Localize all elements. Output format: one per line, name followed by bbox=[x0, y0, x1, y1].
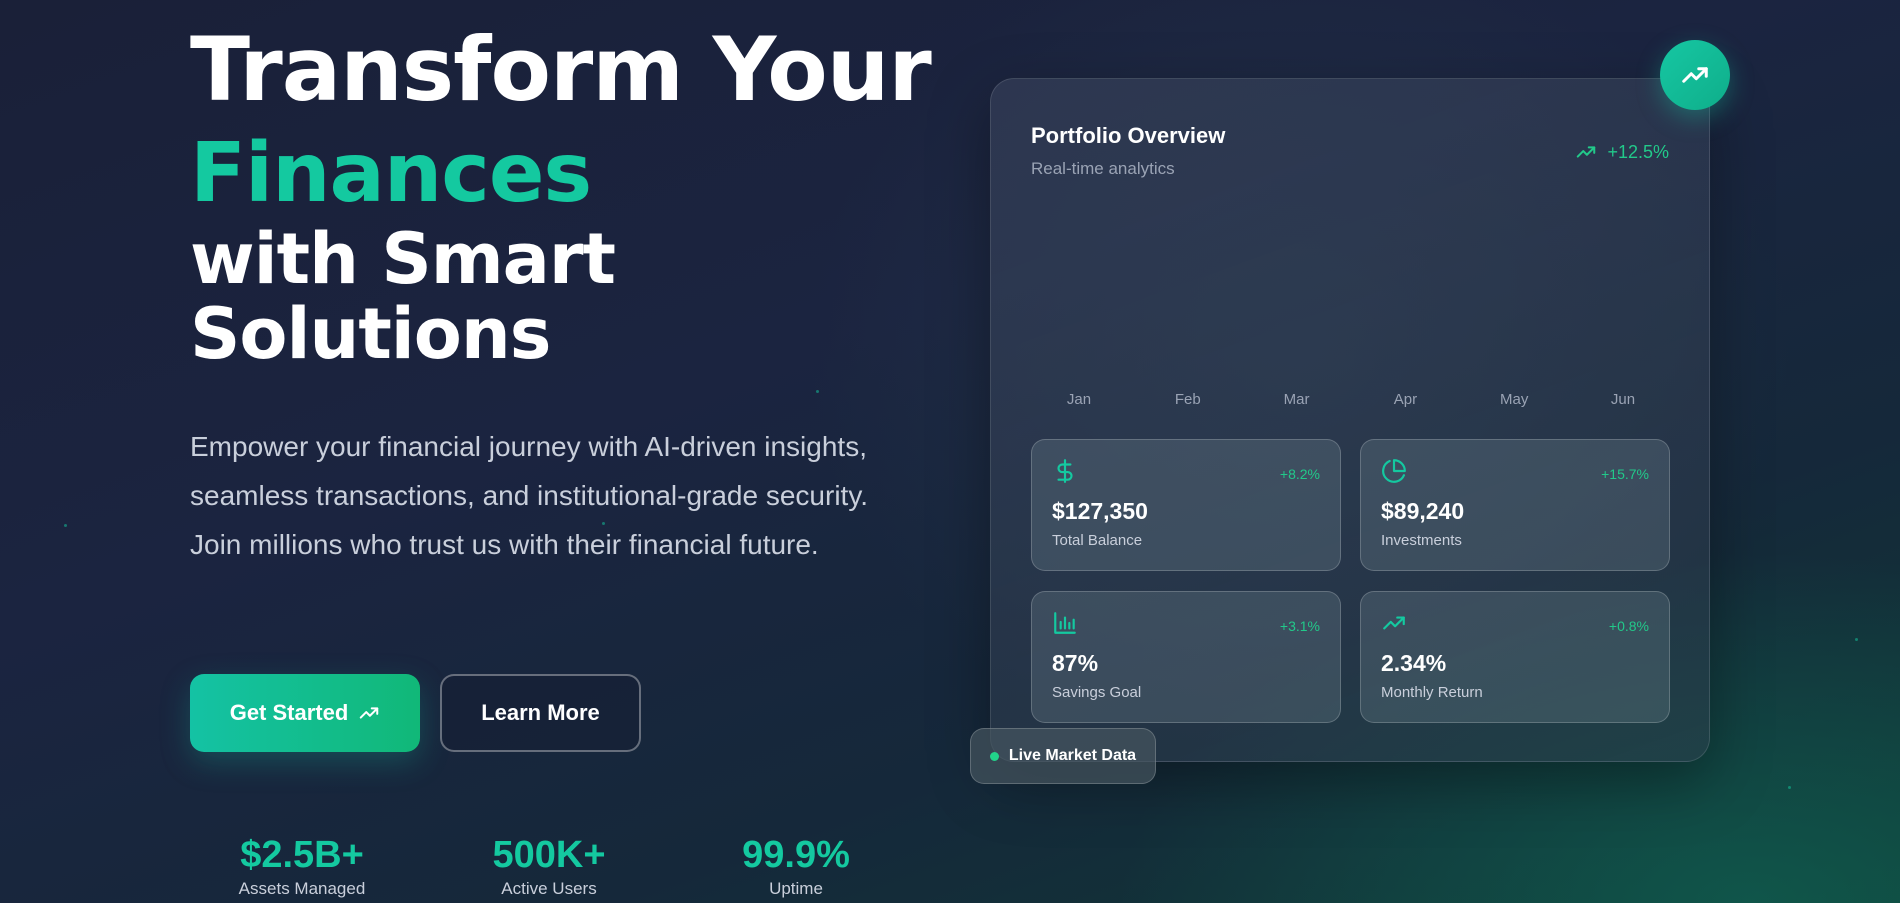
metric-value: 2.34% bbox=[1381, 650, 1447, 676]
metric-monthly-return[interactable]: +0.8% 2.34% Monthly Return bbox=[1360, 591, 1670, 723]
portfolio-change: +12.5% bbox=[1575, 141, 1669, 163]
get-started-button[interactable]: Get Started bbox=[190, 674, 420, 752]
hero-subtitle: Empower your financial journey with AI-d… bbox=[190, 431, 869, 560]
month-label: Jan bbox=[1066, 391, 1092, 408]
month-label: Jun bbox=[1610, 391, 1636, 408]
metric-change: +3.1% bbox=[1279, 618, 1320, 634]
live-indicator-dot bbox=[989, 751, 999, 761]
trending-up-icon bbox=[360, 707, 379, 719]
metric-value: $127,350 bbox=[1052, 498, 1148, 524]
decor-particle bbox=[1788, 786, 1791, 789]
metric-investments[interactable]: +15.7% $89,240 Investments bbox=[1360, 439, 1670, 571]
metric-total-balance[interactable]: +8.2% $127,350 Total Balance bbox=[1031, 439, 1341, 571]
trending-up-icon bbox=[1383, 616, 1405, 630]
dollar-icon bbox=[1057, 459, 1073, 483]
live-market-badge: Live Market Data bbox=[970, 728, 1156, 784]
live-market-label: Live Market Data bbox=[1008, 747, 1137, 764]
month-label: May bbox=[1500, 391, 1529, 408]
decor-particle bbox=[602, 522, 605, 525]
decor-particle bbox=[64, 524, 67, 527]
hero-title: Transform Your Finances with Smart Solut… bbox=[190, 14, 932, 375]
metric-label: Monthly Return bbox=[1381, 684, 1483, 701]
stat-label: Uptime bbox=[769, 879, 823, 898]
stat-label: Active Users bbox=[501, 879, 597, 898]
metric-label: Investments bbox=[1381, 532, 1462, 549]
trending-up-icon bbox=[1682, 67, 1708, 83]
metric-label: Savings Goal bbox=[1052, 684, 1142, 701]
stat-value: 500K+ bbox=[492, 834, 606, 876]
portfolio-subtitle: Real-time analytics bbox=[1031, 159, 1175, 178]
metric-label: Total Balance bbox=[1052, 532, 1143, 549]
metric-value: $89,240 bbox=[1381, 498, 1465, 524]
hero-title-line1: Transform Your bbox=[190, 18, 932, 121]
portfolio-card: Portfolio Overview Real-time analytics +… bbox=[990, 78, 1710, 762]
metric-savings-goal[interactable]: +3.1% 87% Savings Goal bbox=[1031, 591, 1341, 723]
portfolio-title: Portfolio Overview bbox=[1031, 123, 1226, 148]
decor-particle bbox=[1855, 638, 1858, 641]
metric-change: +8.2% bbox=[1279, 466, 1320, 482]
stat-users: 500K+ Active Users bbox=[449, 832, 649, 900]
stat-uptime: 99.9% Uptime bbox=[696, 832, 896, 900]
hero-title-line3: with Smart bbox=[190, 218, 616, 300]
learn-more-button[interactable]: Learn More bbox=[440, 674, 641, 752]
bar-chart-icon bbox=[1054, 612, 1076, 634]
pie-chart-icon bbox=[1382, 459, 1406, 483]
metric-value: 87% bbox=[1052, 650, 1099, 676]
hero-title-highlight: Finances bbox=[190, 126, 592, 221]
month-label: Apr bbox=[1393, 391, 1418, 408]
stat-value: 99.9% bbox=[742, 834, 850, 876]
stat-value: $2.5B+ bbox=[240, 834, 364, 876]
get-started-label: Get Started bbox=[229, 700, 349, 725]
month-label: Mar bbox=[1283, 391, 1310, 408]
stat-label: Assets Managed bbox=[238, 879, 366, 898]
metric-change: +0.8% bbox=[1608, 618, 1649, 634]
portfolio-change-value: +12.5% bbox=[1607, 141, 1669, 162]
trending-up-icon bbox=[1577, 146, 1596, 158]
stat-assets: $2.5B+ Assets Managed bbox=[202, 832, 402, 900]
hero-title-line4: Solutions bbox=[190, 293, 551, 375]
month-axis: Jan Feb Mar Apr May Jun bbox=[1031, 391, 1671, 408]
metric-change: +15.7% bbox=[1601, 466, 1649, 482]
month-label: Feb bbox=[1174, 391, 1201, 408]
trending-badge bbox=[1660, 40, 1730, 110]
decor-particle bbox=[816, 390, 819, 393]
